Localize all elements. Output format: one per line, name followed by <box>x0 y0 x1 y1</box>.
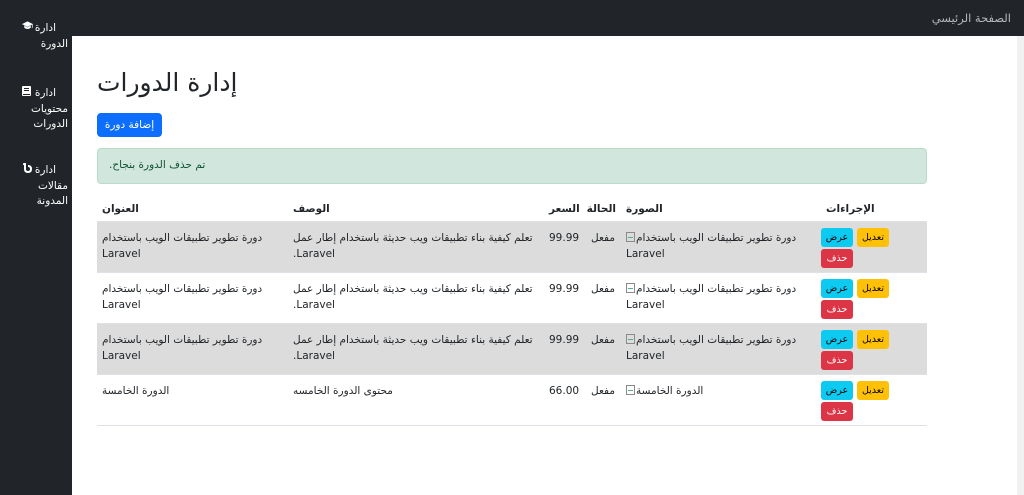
cell-price: 99.99 <box>549 282 580 295</box>
cell-price: 66.00 <box>549 384 580 397</box>
broken-image-icon <box>626 282 635 293</box>
image-alt-text: دورة تطوير تطبيقات الويب باستخدام Larave… <box>626 333 797 362</box>
cell-status: مفعل <box>591 333 615 346</box>
cell-title: دورة تطوير تطبيقات الويب باستخدام Larave… <box>102 333 263 362</box>
col-header-status: الحالة <box>586 194 621 222</box>
alert-message: تم حذف الدورة بنجاح. <box>109 159 206 171</box>
sidebar-item-course-contents[interactable]: ادارة محتويات الدورات <box>22 86 68 133</box>
table-row: دورة تطوير تطبيقات الويب باستخدام Larave… <box>97 323 927 374</box>
delete-button[interactable]: حذف <box>821 299 853 319</box>
sidebar-item-blog-articles[interactable]: ادارة مقالات المدونة <box>22 163 68 210</box>
page-title: إدارة الدورات <box>97 68 238 97</box>
cell-price: 99.99 <box>549 231 580 244</box>
cell-description: تعلم كيفية بناء تطبيقات ويب حديثة باستخد… <box>293 231 533 260</box>
table-header-row: العنوان الوصف السعر الحالة الصورة الإجرا… <box>97 194 927 222</box>
top-navbar: الصفحة الرئيسي <box>0 0 1024 36</box>
book-icon <box>22 86 31 102</box>
table-row: دورة تطوير تطبيقات الويب باستخدام Larave… <box>97 221 927 272</box>
col-header-description: الوصف <box>288 194 544 222</box>
cell-description: تعلم كيفية بناء تطبيقات ويب حديثة باستخد… <box>293 282 533 311</box>
success-alert: تم حذف الدورة بنجاح. <box>97 148 927 184</box>
graduation-cap-icon <box>22 21 33 37</box>
delete-button[interactable]: حذف <box>821 401 853 421</box>
table-row: الدورة الخامسة محتوى الدورة الخامسه 66.0… <box>97 374 927 425</box>
cell-description: تعلم كيفية بناء تطبيقات ويب حديثة باستخد… <box>293 333 533 362</box>
edit-button[interactable]: تعديل <box>857 227 889 247</box>
cell-description: محتوى الدورة الخامسه <box>293 384 393 397</box>
blog-icon <box>22 163 32 179</box>
edit-button[interactable]: تعديل <box>857 278 889 298</box>
view-button[interactable]: عرض <box>821 278 853 298</box>
view-button[interactable]: عرض <box>821 329 853 349</box>
cell-actions: عرض تعديل حذف <box>821 272 927 323</box>
col-header-title: العنوان <box>97 194 288 222</box>
home-link[interactable]: الصفحة الرئيسي <box>932 11 1011 25</box>
col-header-image: الصورة <box>621 194 821 222</box>
cell-status: مفعل <box>591 384 615 397</box>
cell-status: مفعل <box>591 231 615 244</box>
edit-button[interactable]: تعديل <box>857 329 889 349</box>
broken-image-icon <box>626 384 635 395</box>
table-row: دورة تطوير تطبيقات الويب باستخدام Larave… <box>97 272 927 323</box>
image-alt-text: الدورة الخامسة <box>636 384 704 397</box>
sidebar-item-course-management[interactable]: ادارة الدورة <box>22 21 68 52</box>
cell-image: دورة تطوير تطبيقات الويب باستخدام Larave… <box>621 323 821 374</box>
sidebar: ادارة الدورة ادارة محتويات الدورات ادارة مق… <box>0 0 72 495</box>
cell-title: الدورة الخامسة <box>102 384 170 397</box>
col-header-actions: الإجراءات <box>821 194 927 222</box>
view-button[interactable]: عرض <box>821 227 853 247</box>
cell-image: دورة تطوير تطبيقات الويب باستخدام Larave… <box>621 221 821 272</box>
delete-button[interactable]: حذف <box>821 248 853 268</box>
cell-image: دورة تطوير تطبيقات الويب باستخدام Larave… <box>621 272 821 323</box>
cell-status: مفعل <box>591 282 615 295</box>
col-header-price: السعر <box>544 194 586 222</box>
cell-actions: عرض تعديل حذف <box>821 323 927 374</box>
add-course-button[interactable]: إضافة دورة <box>97 113 162 137</box>
broken-image-icon <box>626 231 635 242</box>
broken-image-icon <box>626 333 635 344</box>
cell-title: دورة تطوير تطبيقات الويب باستخدام Larave… <box>102 282 263 311</box>
main-content: إدارة الدورات إضافة دورة تم حذف الدورة ب… <box>72 36 1017 495</box>
cell-actions: عرض تعديل حذف <box>821 374 927 425</box>
image-alt-text: دورة تطوير تطبيقات الويب باستخدام Larave… <box>626 282 797 311</box>
image-alt-text: دورة تطوير تطبيقات الويب باستخدام Larave… <box>626 231 797 260</box>
edit-button[interactable]: تعديل <box>857 380 889 400</box>
cell-actions: عرض تعديل حذف <box>821 221 927 272</box>
cell-image: الدورة الخامسة <box>621 374 821 425</box>
delete-button[interactable]: حذف <box>821 350 853 370</box>
cell-title: دورة تطوير تطبيقات الويب باستخدام Larave… <box>102 231 263 260</box>
cell-price: 99.99 <box>549 333 580 346</box>
view-button[interactable]: عرض <box>821 380 853 400</box>
courses-table: العنوان الوصف السعر الحالة الصورة الإجرا… <box>97 194 927 426</box>
